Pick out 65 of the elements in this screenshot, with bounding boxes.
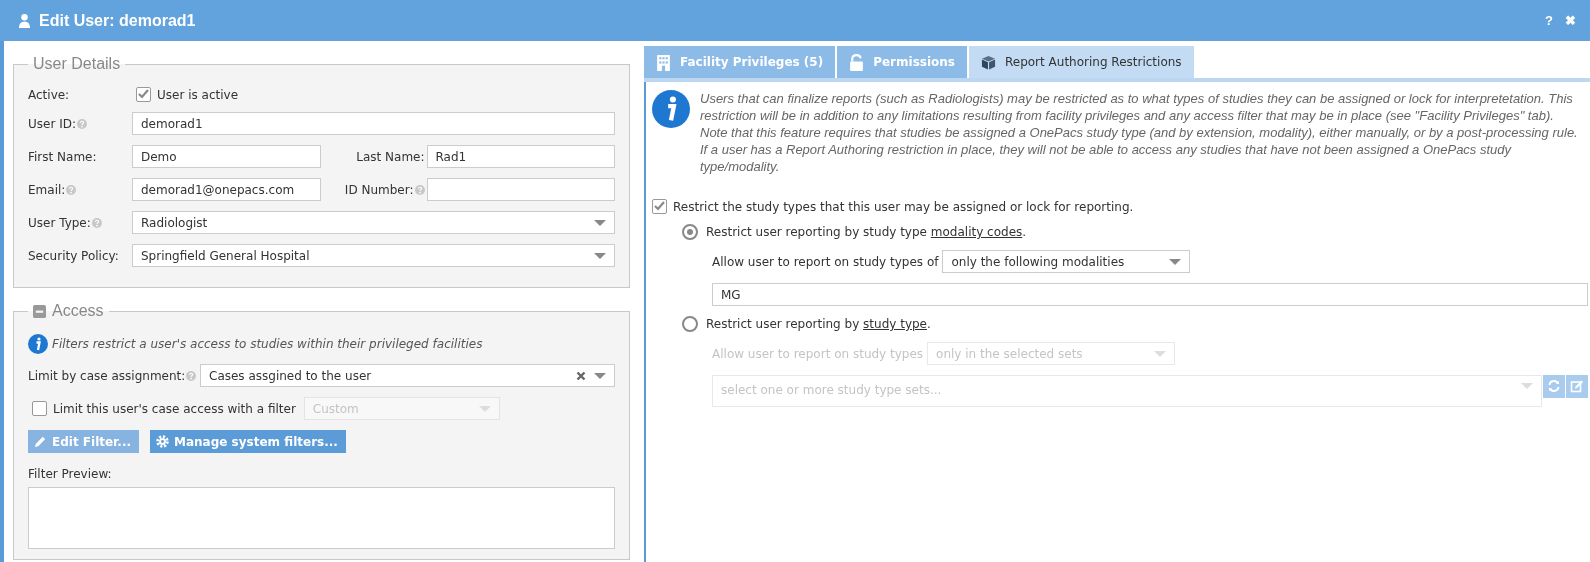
- checkbox[interactable]: [652, 199, 667, 214]
- info-icon: [28, 334, 48, 354]
- option-label: Restrict user reporting by study type modality codes.: [706, 225, 1027, 239]
- caret-icon: [594, 372, 606, 379]
- edit-button[interactable]: [1566, 375, 1588, 398]
- collapse-icon[interactable]: [33, 304, 46, 318]
- info-icon: [652, 90, 690, 128]
- section-title: User Details: [32, 55, 122, 73]
- caret-icon: [478, 405, 491, 412]
- field-label: Allow user to report on study types of: [712, 254, 939, 269]
- help-link[interactable]: study type: [863, 317, 927, 331]
- caret-icon: [1521, 383, 1533, 389]
- pencil-icon: [34, 435, 47, 448]
- field-label: User ID:: [28, 116, 76, 131]
- dropdown[interactable]: only the following modalities: [942, 250, 1191, 273]
- field-label: Active:: [28, 87, 71, 102]
- cube-icon: [980, 53, 996, 71]
- field-label: Email:: [28, 182, 66, 197]
- info-text: Users that can finalize reports (such as Radiologists) may be restricted as to what types of studies they can be assigned or lock for interpretetation. This restriction will be in addition to any limitations resulting from facility privileges and any access filter that may be in place (see "Facility Privileges" tab). Note that this feature requires that studies be assigned a OnePacs study type (and by extension, modality), either manually, or by a post-processing rule. If a user has a Report Authoring restriction in place, they will not be able to access any studies that have not been assigned a OnePacs study type/modality.: [700, 90, 1579, 175]
- tab[interactable]: Report Authoring Restrictions: [968, 46, 1194, 78]
- checkbox-label: Limit this user's case access with a filter: [53, 401, 296, 416]
- clear-icon[interactable]: [576, 370, 586, 381]
- user-icon: [18, 13, 31, 28]
- radio-button[interactable]: [682, 224, 698, 240]
- help-icon[interactable]: [186, 370, 197, 381]
- caret-icon: [1169, 258, 1182, 265]
- field-label: Allow user to report on study types: [712, 346, 924, 361]
- section-title: Access: [52, 302, 104, 320]
- edit-icon: [1570, 379, 1584, 393]
- modality-field[interactable]: MG: [712, 283, 1588, 306]
- text-field[interactable]: demorad1@onepacs.com: [132, 178, 321, 201]
- help-icon[interactable]: [414, 184, 425, 195]
- help-icon[interactable]: [91, 217, 102, 228]
- caret-icon: [594, 219, 606, 226]
- text-field[interactable]: demorad1: [132, 112, 615, 135]
- building-icon: [656, 53, 671, 71]
- dropdown[interactable]: Springfield General Hospital: [132, 244, 615, 267]
- gear-icon: [156, 435, 169, 448]
- checkbox[interactable]: [32, 401, 47, 416]
- refresh-button[interactable]: [1543, 375, 1565, 398]
- dropdown[interactable]: Radiologist: [132, 211, 615, 234]
- text-field[interactable]: Demo: [132, 145, 321, 168]
- text-field[interactable]: [426, 178, 615, 201]
- caret-icon: [594, 252, 606, 259]
- option-label: Restrict user reporting by study type.: [706, 317, 931, 331]
- refresh-icon: [1547, 379, 1561, 393]
- info-text: Filters restrict a user's access to studies within their privileged facilities: [52, 337, 483, 351]
- field-label: Security Policy:: [28, 248, 119, 263]
- help-icon[interactable]: [66, 184, 77, 195]
- radio-button[interactable]: [682, 316, 698, 332]
- unlock-icon: [849, 53, 865, 71]
- field-label: Filter Preview:: [28, 467, 113, 481]
- field-label: ID Number:: [344, 182, 414, 197]
- text-field[interactable]: Rad1: [426, 145, 615, 168]
- help-icon[interactable]: [77, 118, 87, 129]
- checkbox-label: User is active: [157, 87, 239, 102]
- window-title: Edit User: demorad1: [39, 11, 196, 30]
- caret-icon: [1154, 350, 1167, 357]
- field-label: User Type:: [28, 215, 91, 230]
- field-label: First Name:: [28, 149, 97, 164]
- dropdown[interactable]: Cases assgined to the user: [200, 364, 615, 387]
- field-label: Last Name:: [356, 149, 425, 164]
- field-label: Limit by case assignment:: [28, 368, 186, 383]
- checkbox-label: Restrict the study types that this user may be assigned or lock for reporting.: [673, 199, 1134, 214]
- checkbox[interactable]: [136, 87, 151, 102]
